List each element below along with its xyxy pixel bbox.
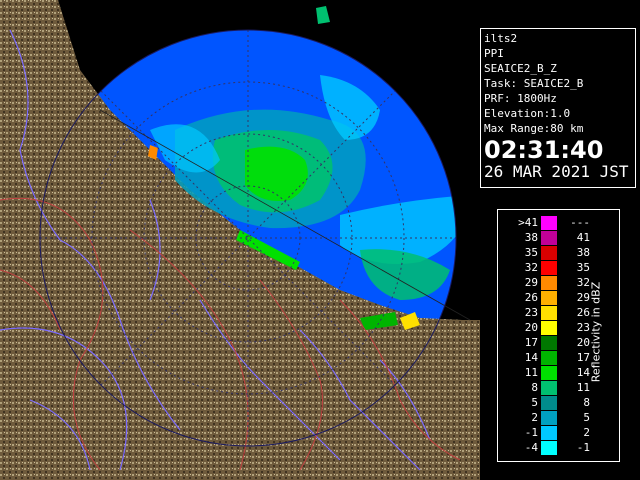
legend-color-swatch — [541, 306, 557, 320]
legend-high-value: 11 — [576, 381, 590, 394]
legend-color-swatch — [541, 336, 557, 350]
legend-high-value: 20 — [576, 336, 590, 349]
legend-high-value: 35 — [576, 261, 590, 274]
legend-title: Reflectivity in dBZ — [589, 281, 603, 383]
radar-info-panel: ilts2 PPI SEAICE2_B_Z Task: SEAICE2_B PR… — [480, 28, 636, 188]
legend-low-value: 26 — [524, 291, 538, 304]
legend-high-value: -1 — [576, 441, 590, 454]
legend-high-value: 14 — [576, 366, 590, 379]
legend-row: 25 — [498, 411, 619, 425]
legend-row: 35 38 — [498, 246, 619, 260]
prf-value: PRF: 1800Hz — [484, 92, 557, 105]
legend-color-swatch — [541, 426, 557, 440]
legend-row: 58 — [498, 396, 619, 410]
scan-date: 26 MAR 2021 JST — [484, 162, 629, 181]
legend-color-swatch — [541, 441, 557, 455]
legend-low-value: -4 — [524, 441, 538, 454]
reflectivity-legend: >41 --- 38 41 35 38 32 35 29 32 26 29 23 26 20 23 17 20 14… — [497, 209, 620, 462]
legend-row: 8 11 — [498, 381, 619, 395]
legend-color-swatch — [541, 396, 557, 410]
legend-low-value: 11 — [524, 366, 538, 379]
legend-color-swatch — [541, 351, 557, 365]
legend-high-value: 17 — [576, 351, 590, 364]
legend-high-value: 8 — [583, 396, 590, 409]
legend-high-value: 41 — [576, 231, 590, 244]
legend-low-value: 29 — [524, 276, 538, 289]
scan-time: 02:31:40 — [484, 136, 604, 164]
legend-low-value: 2 — [531, 411, 538, 424]
max-range-value: Max Range:80 km — [484, 122, 584, 135]
legend-high-value: 23 — [576, 321, 590, 334]
legend-low-value: 38 — [524, 231, 538, 244]
legend-low-value: 20 — [524, 321, 538, 334]
legend-row: -1 2 — [498, 426, 619, 440]
legend-color-swatch — [541, 216, 557, 230]
legend-low-value: 5 — [531, 396, 538, 409]
legend-high-value: 2 — [583, 426, 590, 439]
legend-low-value: 17 — [524, 336, 538, 349]
legend-color-swatch — [541, 246, 557, 260]
legend-low-value: 35 — [524, 246, 538, 259]
variable-name: SEAICE2_B_Z — [484, 62, 557, 75]
legend-row: -4 -1 — [498, 441, 619, 455]
legend-low-value: 23 — [524, 306, 538, 319]
legend-high-value: 32 — [576, 276, 590, 289]
legend-low-value: >41 — [518, 216, 538, 229]
legend-color-swatch — [541, 276, 557, 290]
legend-color-swatch — [541, 231, 557, 245]
site-name: ilts2 — [484, 32, 518, 45]
task-name: Task: SEAICE2_B — [484, 77, 584, 90]
legend-low-value: 8 — [531, 381, 538, 394]
legend-color-swatch — [541, 366, 557, 380]
legend-high-value: 38 — [576, 246, 590, 259]
product-type: PPI — [484, 47, 504, 60]
legend-low-value: -1 — [524, 426, 538, 439]
legend-row: 32 35 — [498, 261, 619, 275]
legend-color-swatch — [541, 261, 557, 275]
legend-color-swatch — [541, 321, 557, 335]
legend-color-swatch — [541, 411, 557, 425]
legend-low-value: 32 — [524, 261, 538, 274]
legend-high-value: 26 — [576, 306, 590, 319]
legend-high-value: 29 — [576, 291, 590, 304]
legend-row: >41 --- — [498, 216, 619, 230]
legend-row: 38 41 — [498, 231, 619, 245]
legend-color-swatch — [541, 381, 557, 395]
legend-high-value: --- — [570, 216, 590, 229]
legend-high-value: 5 — [583, 411, 590, 424]
legend-color-swatch — [541, 291, 557, 305]
elevation-value: Elevation:1.0 — [484, 107, 571, 120]
legend-low-value: 14 — [524, 351, 538, 364]
